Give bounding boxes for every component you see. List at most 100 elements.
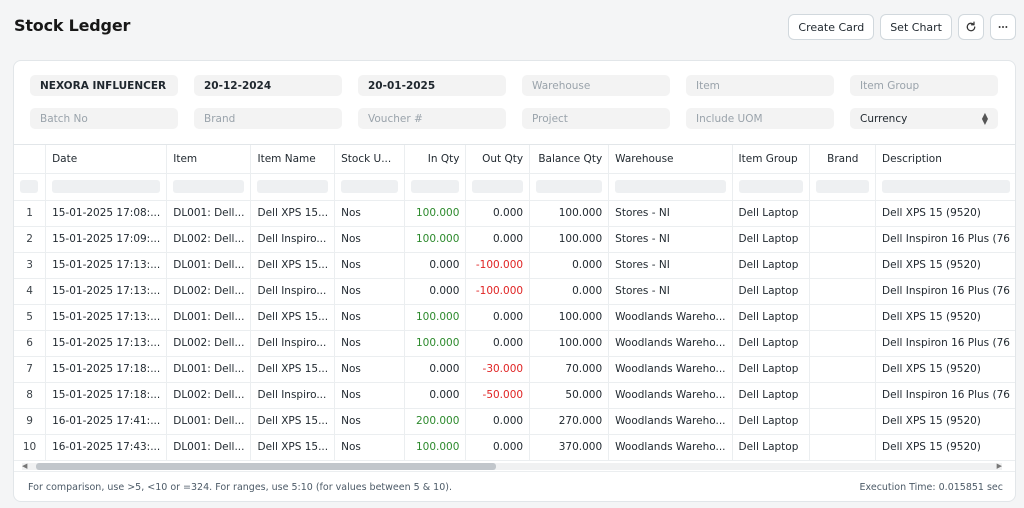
column-header[interactable]: Warehouse [608, 145, 733, 174]
table-cell[interactable]: 100.000 [404, 330, 467, 357]
table-cell[interactable]: 200.000 [404, 408, 467, 435]
table-cell[interactable]: 0.000 [465, 434, 531, 461]
table-cell[interactable]: Dell XPS 15 (9520) [875, 252, 1015, 279]
table-cell[interactable]: 16-01-2025 17:43:... [45, 434, 168, 461]
currency-select[interactable]: Currency ▲ ▼ [850, 108, 998, 129]
column-filter-input[interactable] [738, 180, 804, 193]
column-filter-input[interactable] [173, 180, 245, 193]
warehouse-filter[interactable]: Warehouse [522, 75, 670, 96]
table-cell[interactable]: Woodlands Wareho... [608, 382, 733, 409]
table-cell[interactable]: 15-01-2025 17:09:... [45, 226, 168, 253]
table-cell[interactable]: 100.000 [529, 200, 610, 227]
table-cell[interactable]: Dell Inspiron 16 Plus (76 [875, 278, 1015, 305]
table-cell[interactable]: DL001: Dell... [166, 408, 252, 435]
table-cell[interactable]: Nos [334, 304, 405, 331]
table-cell[interactable] [809, 252, 877, 279]
table-cell[interactable]: 100.000 [404, 434, 467, 461]
column-filter-cell[interactable] [875, 173, 1015, 201]
table-cell[interactable]: 0.000 [529, 252, 610, 279]
column-filter-cell[interactable] [14, 173, 47, 201]
table-cell[interactable]: Dell Laptop [732, 382, 811, 409]
column-filter-cell[interactable] [608, 173, 733, 201]
table-cell[interactable]: 0.000 [529, 278, 610, 305]
column-filter-input[interactable] [410, 180, 460, 193]
table-cell[interactable] [809, 356, 877, 383]
table-cell[interactable]: Dell XPS 15... [250, 252, 336, 279]
include-uom-filter[interactable]: Include UOM [686, 108, 834, 129]
table-cell[interactable]: Dell XPS 15 (9520) [875, 356, 1015, 383]
column-header[interactable]: Date [45, 145, 168, 174]
table-cell[interactable]: -100.000 [465, 252, 531, 279]
scroll-right-icon[interactable]: ▶ [997, 462, 1002, 470]
to-date-filter[interactable]: 20-01-2025 [358, 75, 506, 96]
table-cell[interactable]: Dell Laptop [732, 434, 811, 461]
table-cell[interactable]: 16-01-2025 17:41:... [45, 408, 168, 435]
table-cell[interactable]: DL001: Dell... [166, 434, 252, 461]
voucher-filter[interactable]: Voucher # [358, 108, 506, 129]
table-cell[interactable]: DL002: Dell... [166, 330, 252, 357]
column-filter-cell[interactable] [529, 173, 610, 201]
table-cell[interactable]: 370.000 [529, 434, 610, 461]
table-cell[interactable]: Dell Laptop [732, 330, 811, 357]
table-cell[interactable]: Dell XPS 15... [250, 200, 336, 227]
table-cell[interactable]: Dell Laptop [732, 408, 811, 435]
column-filter-cell[interactable] [465, 173, 531, 201]
table-cell[interactable]: Dell Laptop [732, 356, 811, 383]
table-cell[interactable]: 15-01-2025 17:18:... [45, 356, 168, 383]
table-cell[interactable]: Dell XPS 15... [250, 356, 336, 383]
refresh-button[interactable] [958, 14, 984, 40]
table-cell[interactable]: Nos [334, 226, 405, 253]
table-cell[interactable]: Stores - NI [608, 200, 733, 227]
table-cell[interactable]: Dell Laptop [732, 278, 811, 305]
from-date-filter[interactable]: 20-12-2024 [194, 75, 342, 96]
table-cell[interactable]: Dell Inspiron 16 Plus (76 [875, 382, 1015, 409]
table-cell[interactable]: Dell XPS 15 (9520) [875, 200, 1015, 227]
table-cell[interactable]: Stores - NI [608, 226, 733, 253]
column-filter-cell[interactable] [166, 173, 252, 201]
column-header[interactable]: Item [166, 145, 252, 174]
table-row[interactable]: 6 15-01-2025 17:13:... DL002: Dell... Dell … [14, 330, 1015, 357]
table-cell[interactable]: 15-01-2025 17:13:... [45, 278, 168, 305]
table-cell[interactable]: Dell Inspiron 16 Plus (76 [875, 226, 1015, 253]
column-filter-input[interactable] [472, 180, 524, 193]
table-row[interactable]: 8 15-01-2025 17:18:... DL002: Dell... Dell … [14, 382, 1015, 409]
table-cell[interactable]: 50.000 [529, 382, 610, 409]
table-cell[interactable]: Dell Inspiro... [250, 278, 336, 305]
table-cell[interactable]: 15-01-2025 17:13:... [45, 330, 168, 357]
table-cell[interactable]: 0.000 [465, 226, 531, 253]
scroll-left-icon[interactable]: ◀ [22, 462, 27, 470]
column-header[interactable]: Out Qty [465, 145, 531, 174]
column-filter-cell[interactable] [334, 173, 405, 201]
table-cell[interactable]: DL001: Dell... [166, 304, 252, 331]
table-cell[interactable]: 0.000 [404, 252, 467, 279]
column-header[interactable]: Brand [809, 145, 877, 174]
set-chart-button[interactable]: Set Chart [880, 14, 952, 40]
table-cell[interactable]: 0.000 [465, 408, 531, 435]
batch-no-filter[interactable]: Batch No [30, 108, 178, 129]
table-cell[interactable] [809, 278, 877, 305]
table-cell[interactable]: Dell Inspiro... [250, 226, 336, 253]
table-cell[interactable]: Nos [334, 382, 405, 409]
brand-filter[interactable]: Brand [194, 108, 342, 129]
table-cell[interactable]: 0.000 [404, 382, 467, 409]
table-cell[interactable]: Dell XPS 15 (9520) [875, 408, 1015, 435]
table-cell[interactable]: Woodlands Wareho... [608, 304, 733, 331]
table-cell[interactable]: DL001: Dell... [166, 252, 252, 279]
table-cell[interactable]: Dell XPS 15... [250, 408, 336, 435]
table-cell[interactable]: Woodlands Wareho... [608, 434, 733, 461]
company-filter[interactable]: NEXORA INFLUENCER [30, 75, 178, 96]
item-group-filter[interactable]: Item Group [850, 75, 998, 96]
table-cell[interactable] [809, 330, 877, 357]
table-cell[interactable]: Dell Inspiro... [250, 382, 336, 409]
table-cell[interactable]: DL002: Dell... [166, 382, 252, 409]
table-cell[interactable]: -100.000 [465, 278, 531, 305]
column-filter-input[interactable] [52, 180, 161, 193]
table-cell[interactable]: 15-01-2025 17:18:... [45, 382, 168, 409]
table-cell[interactable]: Dell Laptop [732, 200, 811, 227]
table-cell[interactable]: Woodlands Wareho... [608, 356, 733, 383]
table-cell[interactable] [809, 226, 877, 253]
table-cell[interactable]: DL001: Dell... [166, 356, 252, 383]
table-cell[interactable]: Woodlands Wareho... [608, 408, 733, 435]
table-cell[interactable] [809, 434, 877, 461]
table-cell[interactable]: 15-01-2025 17:08:... [45, 200, 168, 227]
